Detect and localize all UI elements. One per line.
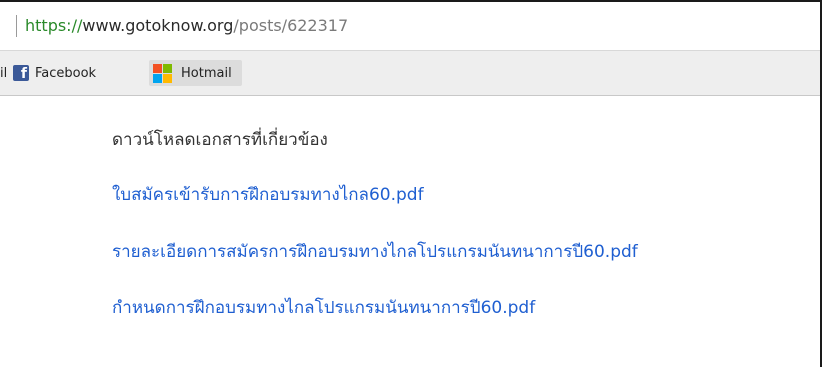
bookmark-partial-label: il (0, 65, 8, 81)
section-heading: ดาวน์โหลดเอกสารที่เกี่ยวข้อง (112, 130, 328, 150)
bookmark-facebook[interactable]: f Facebook (13, 60, 96, 86)
url-host: www.gotoknow.org (82, 16, 234, 35)
windows-logo-icon (153, 64, 172, 83)
logo-square-red (153, 64, 162, 73)
logo-square-yellow (163, 74, 172, 83)
url-scheme: https:// (25, 16, 83, 35)
page-content: ดาวน์โหลดเอกสารที่เกี่ยวข้อง ใบสมัครเข้า… (0, 96, 820, 367)
bookmark-partial[interactable]: il (0, 60, 7, 86)
pdf-link-application-details[interactable]: รายละเอียดการสมัครการฝึกอบรมทางไกลโปรแกร… (112, 238, 638, 265)
logo-square-blue (153, 74, 162, 83)
logo-square-green (163, 64, 172, 73)
url-path: /posts/622317 (233, 16, 349, 35)
bookmark-hotmail-label: Hotmail (181, 65, 232, 81)
bookmark-facebook-label: Facebook (35, 65, 97, 81)
url-text[interactable]: https://www.gotoknow.org/posts/622317 (25, 16, 348, 36)
facebook-icon: f (13, 65, 29, 81)
bookmark-hotmail[interactable]: Hotmail (149, 60, 242, 86)
address-bar[interactable]: https://www.gotoknow.org/posts/622317 (0, 2, 820, 51)
text-caret (16, 15, 17, 37)
bookmarks-bar: il f Facebook Hotmail (0, 51, 820, 96)
pdf-link-application-form[interactable]: ใบสมัครเข้ารับการฝึกอบรมทางไกล60.pdf (112, 181, 424, 208)
pdf-link-schedule[interactable]: กำหนดการฝึกอบรมทางไกลโปรแกรมนันทนาการปี6… (112, 294, 535, 321)
